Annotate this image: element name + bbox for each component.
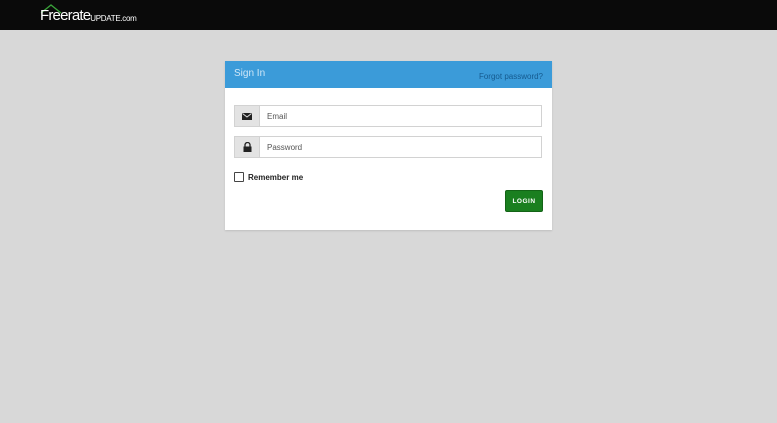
logo-text-sub: UPDATE.com	[90, 14, 137, 23]
lock-icon	[235, 137, 260, 157]
signin-panel: Sign In Forgot password? Remember me LOG…	[225, 61, 552, 230]
forgot-password-link[interactable]: Forgot password?	[479, 72, 543, 81]
signin-title: Sign In	[234, 68, 266, 79]
email-input[interactable]	[260, 106, 541, 126]
envelope-icon	[235, 106, 260, 126]
password-input[interactable]	[260, 137, 541, 157]
login-button[interactable]: LOGIN	[505, 190, 543, 212]
signin-panel-header: Sign In Forgot password?	[225, 61, 552, 88]
email-field	[234, 105, 542, 127]
remember-me-label: Remember me	[248, 172, 304, 182]
remember-me-checkbox[interactable]	[234, 172, 244, 182]
site-logo[interactable]: Freerate UPDATE.com	[40, 4, 137, 26]
logo-text-main: Freerate	[40, 7, 91, 24]
remember-me[interactable]: Remember me	[234, 172, 303, 182]
top-bar: Freerate UPDATE.com	[0, 0, 777, 30]
password-field	[234, 136, 542, 158]
